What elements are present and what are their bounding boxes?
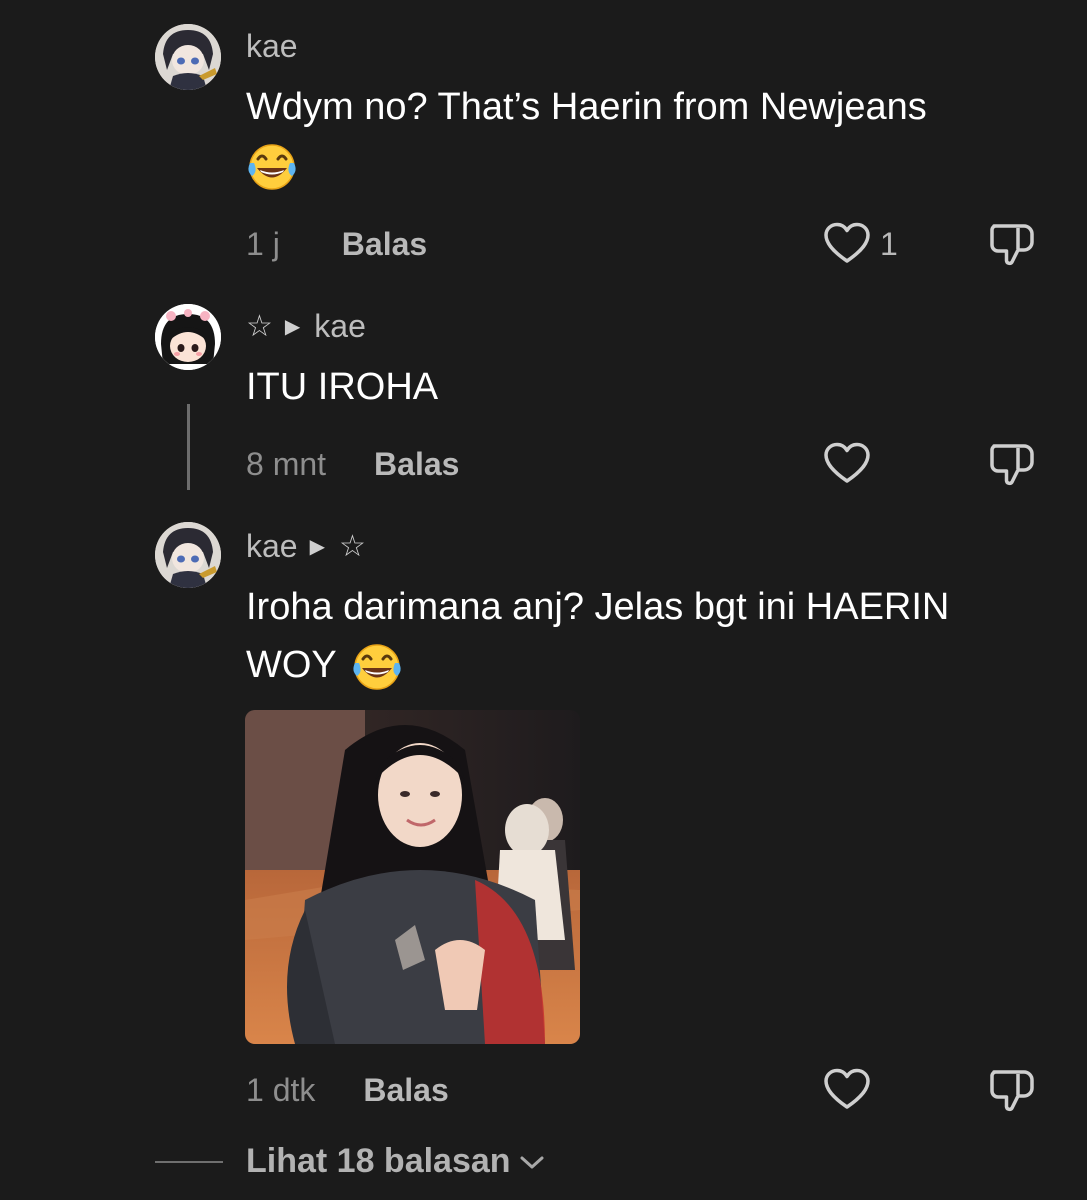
comment-author[interactable]: kae ▶ ☆ [246,528,366,565]
dislike-button[interactable] [988,1064,1038,1119]
face-with-tears-of-joy-emoji [246,141,298,193]
heart-outline-icon [822,220,872,268]
comment-body-line-2: WOY [246,644,337,686]
avatar[interactable] [155,24,221,90]
face-with-tears-of-joy-emoji [351,641,403,693]
comment-author[interactable]: kae [246,28,298,65]
view-replies-label[interactable]: Lihat 18 balasan [246,1142,511,1181]
avatar[interactable] [155,522,221,588]
author-name[interactable]: kae [314,308,366,345]
chevron-down-icon[interactable] [517,1150,547,1174]
timestamp: 1 dtk [246,1072,316,1108]
reply-button[interactable]: Balas [342,226,427,263]
reply-button[interactable]: Balas [363,1072,448,1109]
author-name[interactable]: kae [246,528,298,565]
like-button[interactable]: 1 [822,220,898,268]
comment-meta: 1 j Balas [246,226,427,263]
thumbs-down-outline-icon [988,438,1038,488]
play-triangle-icon: ▶ [309,536,325,558]
thumbs-down-outline-icon [988,218,1038,268]
reply-button[interactable]: Balas [374,446,459,483]
like-button[interactable] [822,1066,872,1114]
comment-body: Wdym no? That’s Haerin from Newjeans [246,86,927,128]
comment-text: Wdym no? That’s Haerin from Newjeans [246,78,1056,194]
author-name[interactable]: kae [246,28,298,65]
comment-body-line-1: Iroha darimana anj? Jelas bgt ini HAERIN [246,586,950,628]
thread-line [187,404,190,490]
play-triangle-icon: ▶ [284,316,301,338]
comment-body: ITU IROHA [246,366,439,408]
timestamp: 8 mnt [246,446,327,482]
comment-meta: 8 mnt Balas [246,446,459,483]
like-count: 1 [880,225,898,262]
avatar[interactable] [155,304,221,370]
view-replies-button[interactable]: Lihat 18 balasan [155,1142,547,1181]
dislike-button[interactable] [988,218,1038,273]
like-button[interactable] [822,440,872,488]
heart-outline-icon [822,440,872,488]
attached-image[interactable] [245,710,580,1044]
author-suffix[interactable]: ☆ [339,529,366,564]
author-prefix[interactable]: ☆ [246,309,273,344]
divider [155,1160,223,1163]
comment-meta: 1 dtk Balas [246,1072,449,1109]
comment-text: Iroha darimana anj? Jelas bgt ini HAERIN… [246,578,1066,694]
comment-author[interactable]: ☆ ▶ kae [246,308,366,345]
thumbs-down-outline-icon [988,1064,1038,1114]
timestamp: 1 j [246,226,280,262]
dislike-button[interactable] [988,438,1038,493]
heart-outline-icon [822,1066,872,1114]
comment-text: ITU IROHA [246,358,1056,416]
